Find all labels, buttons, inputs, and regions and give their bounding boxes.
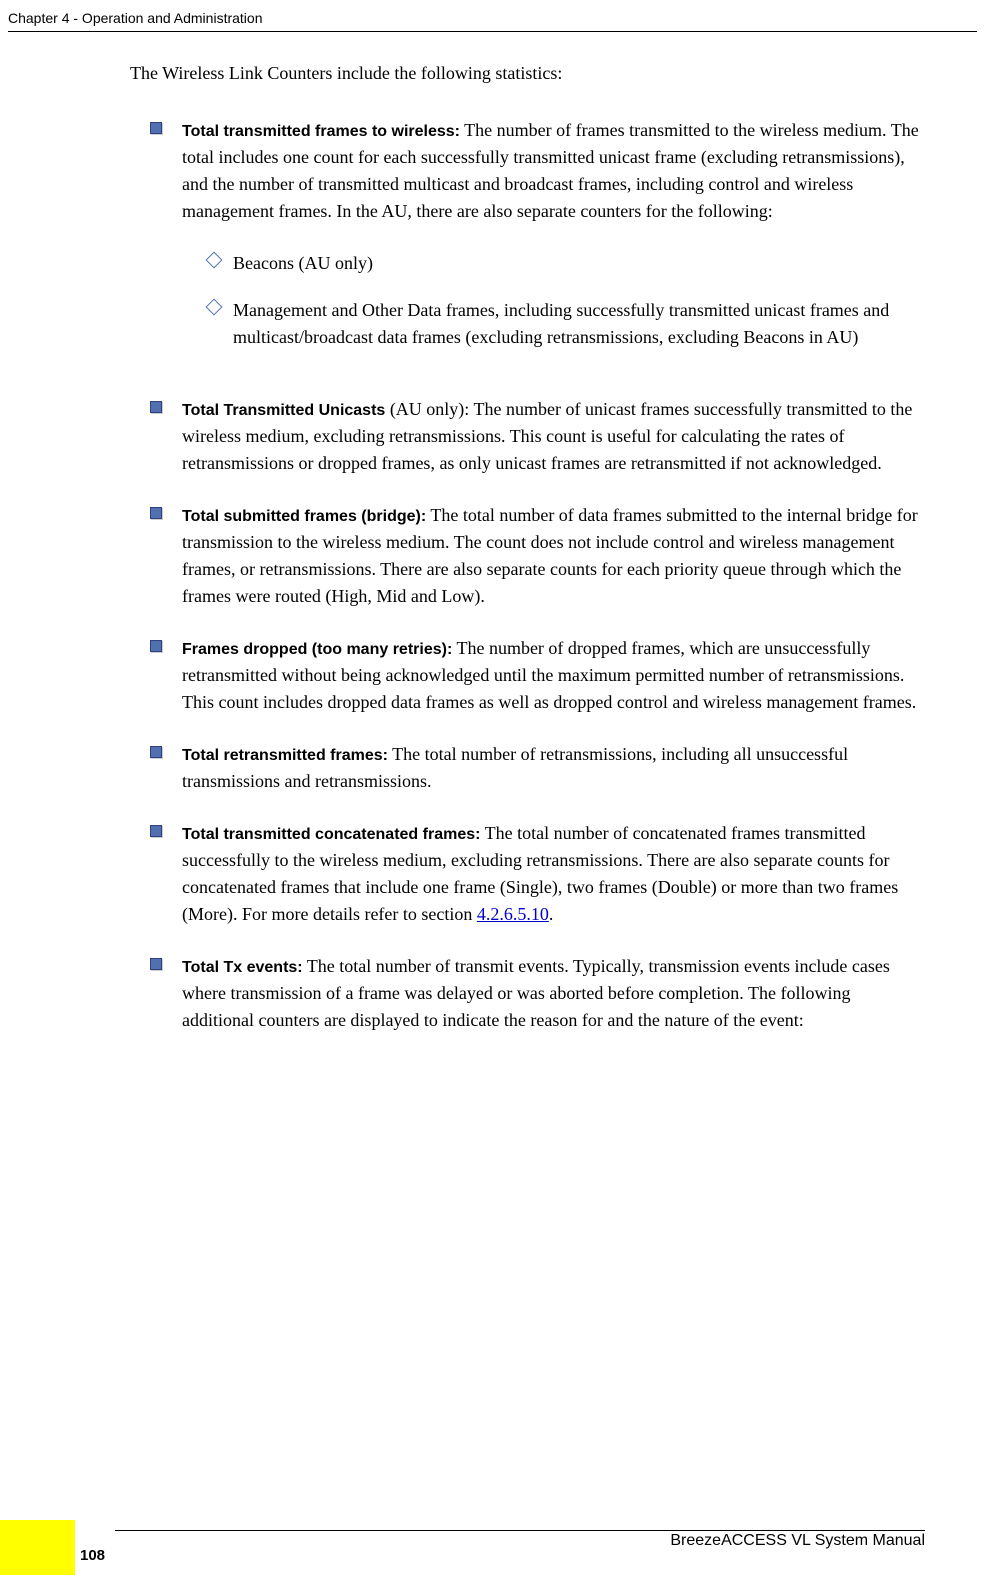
main-content: The Wireless Link Counters include the f… [130,60,925,1059]
square-bullet-icon [150,746,164,760]
item-text: Total Transmitted Unicasts (AU only): Th… [182,396,925,477]
chapter-header: Chapter 4 - Operation and Administration [8,8,977,32]
item-title: Total Tx events: [182,959,303,976]
sub-text: Beacons (AU only) [233,250,925,277]
page-footer: 108 BreezeACCESS VL System Manual [0,1515,985,1575]
item-title: Total Transmitted Unicasts [182,402,385,419]
item-title: Total transmitted frames to wireless: [182,123,460,140]
sub-list-item: Beacons (AU only) [207,250,925,277]
item-after: . [549,904,554,924]
section-link[interactable]: 4.2.6.5.10 [477,904,549,924]
list-item: Frames dropped (too many retries): The n… [150,635,925,716]
item-text: Frames dropped (too many retries): The n… [182,635,925,716]
item-text: Total Tx events: The total number of tra… [182,953,925,1034]
list-item: Total submitted frames (bridge): The tot… [150,502,925,610]
list-item: Total transmitted frames to wireless: Th… [150,117,925,371]
item-title: Total submitted frames (bridge): [182,508,426,525]
square-bullet-icon [150,122,164,136]
item-text: Total submitted frames (bridge): The tot… [182,502,925,610]
yellow-marker [0,1520,75,1575]
square-bullet-icon [150,825,164,839]
square-bullet-icon [150,507,164,521]
list-item: Total retransmitted frames: The total nu… [150,741,925,795]
item-text: Total transmitted frames to wireless: Th… [182,117,925,371]
list-item: Total Transmitted Unicasts (AU only): Th… [150,396,925,477]
manual-title: BreezeACCESS VL System Manual [670,1529,925,1553]
sub-list: Beacons (AU only) Management and Other D… [207,250,925,351]
item-title: Total transmitted concatenated frames: [182,826,480,843]
square-bullet-icon [150,958,164,972]
list-item: Total transmitted concatenated frames: T… [150,820,925,928]
sub-text: Management and Other Data frames, includ… [233,297,925,351]
page-number: 108 [80,1545,105,1568]
square-bullet-icon [150,640,164,654]
square-bullet-icon [150,401,164,415]
sub-list-item: Management and Other Data frames, includ… [207,297,925,351]
item-text: Total transmitted concatenated frames: T… [182,820,925,928]
item-text: Total retransmitted frames: The total nu… [182,741,925,795]
list-item: Total Tx events: The total number of tra… [150,953,925,1034]
diamond-bullet-icon [207,300,221,314]
diamond-bullet-icon [207,253,221,267]
intro-text: The Wireless Link Counters include the f… [130,60,925,87]
item-title: Frames dropped (too many retries): [182,641,452,658]
item-title: Total retransmitted frames: [182,747,388,764]
